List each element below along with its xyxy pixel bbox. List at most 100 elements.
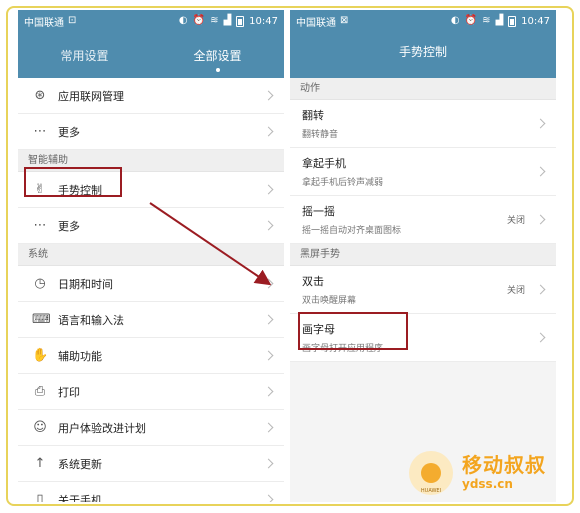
gesture-subtitle: 画字母打开应用程序 — [302, 344, 384, 354]
gesture-title: 画字母 — [302, 323, 335, 336]
setting-label: 系统更新 — [58, 457, 102, 471]
setting-more-assist[interactable]: ⋯ 更多 — [18, 208, 284, 244]
chevron-right-icon — [535, 284, 546, 295]
chevron-right-icon — [535, 332, 546, 343]
setting-label: 手势控制 — [58, 183, 102, 197]
more-icon: ⋯ — [33, 218, 47, 233]
setting-system-update[interactable]: ↑ 系统更新 — [18, 446, 284, 482]
section-smart-assist: 智能辅助 — [18, 150, 284, 172]
battery-icon — [508, 15, 517, 27]
setting-print[interactable]: ⎙ 打印 — [18, 374, 284, 410]
gesture-subtitle: 摇一摇自动对齐桌面图标 — [302, 226, 402, 236]
chevron-right-icon — [263, 458, 274, 469]
notification-icon: ⊡ — [68, 15, 77, 26]
tab-common-settings[interactable]: 常用设置 — [18, 47, 151, 64]
gesture-title: 翻转 — [302, 109, 324, 122]
gesture-title: 拿起手机 — [302, 157, 346, 170]
right-header: 中国联通 ⊠ ◐ ⏰ ≋ ▟ 10:47 手势控制 — [290, 10, 556, 78]
setting-user-experience[interactable]: ☺ 用户体验改进计划 — [18, 410, 284, 446]
settings-list: ⊛ 应用联网管理 ⋯ 更多 智能辅助 ✌ 手势控制 ⋯ 更多 系统 ◷ 日期和时… — [18, 78, 284, 502]
chevron-right-icon — [263, 220, 274, 231]
setting-label: 更多 — [58, 219, 80, 233]
watermark-url: ydss.cn — [462, 477, 513, 491]
chevron-right-icon — [263, 90, 274, 101]
image-notification-icon: ⊠ — [340, 15, 349, 26]
clock-time: 10:47 — [521, 15, 550, 27]
chevron-right-icon — [263, 126, 274, 137]
setting-accessibility[interactable]: ✋ 辅助功能 — [18, 338, 284, 374]
gesture-list: 动作 翻转 翻转静音 拿起手机 拿起手机后铃声减弱 摇一摇 摇一摇自动对齐桌面图… — [290, 78, 556, 362]
gesture-title: 摇一摇 — [302, 205, 335, 218]
setting-about-phone[interactable]: ▯ 关于手机 — [18, 482, 284, 502]
user-experience-icon: ☺ — [33, 420, 47, 435]
chevron-right-icon — [263, 184, 274, 195]
more-icon: ⋯ — [33, 124, 47, 139]
clock-time: 10:47 — [249, 15, 278, 27]
chevron-right-icon — [535, 214, 546, 225]
status-bar: 中国联通 ⊡ ◐ ⏰ ≋ ▟ 10:47 — [18, 10, 284, 32]
alarm-icon: ⏰ — [192, 15, 206, 26]
chevron-right-icon — [263, 314, 274, 325]
clock-icon: ◷ — [34, 276, 46, 291]
setting-label: 更多 — [58, 125, 80, 139]
printer-icon: ⎙ — [34, 384, 46, 399]
setting-app-network[interactable]: ⊛ 应用联网管理 — [18, 78, 284, 114]
signal-icon: ▟ — [223, 15, 232, 26]
chevron-right-icon — [535, 118, 546, 129]
settings-tabs: 常用设置 全部设置 — [18, 32, 284, 78]
carrier-label: 中国联通 — [296, 17, 336, 29]
chevron-right-icon — [535, 166, 546, 177]
wifi-icon: ≋ — [482, 15, 491, 26]
gesture-status: 关闭 — [506, 216, 525, 226]
battery-icon — [236, 15, 245, 27]
arrow-up-icon: ↑ — [34, 456, 46, 471]
setting-label: 应用联网管理 — [58, 89, 124, 103]
setting-label: 关于手机 — [58, 493, 102, 503]
wifi-icon: ≋ — [210, 15, 219, 26]
status-bar: 中国联通 ⊠ ◐ ⏰ ≋ ▟ 10:47 — [290, 10, 556, 32]
gesture-draw-letter[interactable]: 画字母 画字母打开应用程序 — [290, 314, 556, 362]
chevron-right-icon — [263, 278, 274, 289]
chevron-right-icon — [263, 386, 274, 397]
gesture-title: 双击 — [302, 275, 324, 288]
accessibility-hand-icon: ✋ — [32, 348, 49, 363]
gesture-shake[interactable]: 摇一摇 摇一摇自动对齐桌面图标 关闭 — [290, 196, 556, 244]
setting-more[interactable]: ⋯ 更多 — [18, 114, 284, 150]
carrier-label: 中国联通 — [24, 17, 64, 29]
settings-screen: 中国联通 ⊡ ◐ ⏰ ≋ ▟ 10:47 常用设置 全部设置 ⊛ 应用联网管理 … — [18, 10, 284, 502]
tab-all-settings[interactable]: 全部设置 — [151, 47, 284, 72]
chevron-right-icon — [263, 422, 274, 433]
nfc-icon: ◐ — [450, 15, 460, 26]
gesture-flip[interactable]: 翻转 翻转静音 — [290, 100, 556, 148]
gesture-control-screen: 中国联通 ⊠ ◐ ⏰ ≋ ▟ 10:47 手势控制 动作 翻转 翻转静音 拿起手… — [290, 10, 556, 502]
svg-text:HUAWEI: HUAWEI — [421, 488, 441, 494]
gesture-pickup[interactable]: 拿起手机 拿起手机后铃声减弱 — [290, 148, 556, 196]
gesture-subtitle: 翻转静音 — [302, 130, 339, 140]
alarm-icon: ⏰ — [464, 15, 478, 26]
setting-date-time[interactable]: ◷ 日期和时间 — [18, 266, 284, 302]
gesture-subtitle: 双击唤醒屏幕 — [302, 296, 357, 306]
signal-icon: ▟ — [495, 15, 504, 26]
gesture-status: 关闭 — [506, 286, 525, 296]
keyboard-icon: ⌨ — [32, 312, 51, 327]
setting-language-input[interactable]: ⌨ 语言和输入法 — [18, 302, 284, 338]
setting-label: 打印 — [58, 385, 80, 399]
left-header: 中国联通 ⊡ ◐ ⏰ ≋ ▟ 10:47 常用设置 全部设置 — [18, 10, 284, 78]
watermark-text: 移动叔叔 — [462, 453, 546, 477]
setting-label: 语言和输入法 — [58, 313, 124, 327]
setting-gesture-control[interactable]: ✌ 手势控制 — [18, 172, 284, 208]
section-black-screen-gestures: 黑屏手势 — [290, 244, 556, 266]
gesture-subtitle: 拿起手机后铃声减弱 — [302, 178, 384, 188]
watermark-logo: HUAWEI 移动叔叔 ydss.cn — [406, 443, 566, 503]
chevron-right-icon — [263, 494, 274, 502]
section-actions: 动作 — [290, 78, 556, 100]
gesture-hand-icon: ✌ — [34, 182, 46, 197]
setting-label: 辅助功能 — [58, 349, 102, 363]
page-title: 手势控制 — [398, 45, 447, 59]
gesture-double-tap[interactable]: 双击 双击唤醒屏幕 关闭 — [290, 266, 556, 314]
watermark-flower-icon: HUAWEI — [409, 451, 453, 495]
phone-info-icon: ▯ — [36, 492, 44, 502]
section-system: 系统 — [18, 244, 284, 266]
setting-label: 日期和时间 — [58, 277, 113, 291]
network-icon: ⊛ — [34, 88, 46, 103]
